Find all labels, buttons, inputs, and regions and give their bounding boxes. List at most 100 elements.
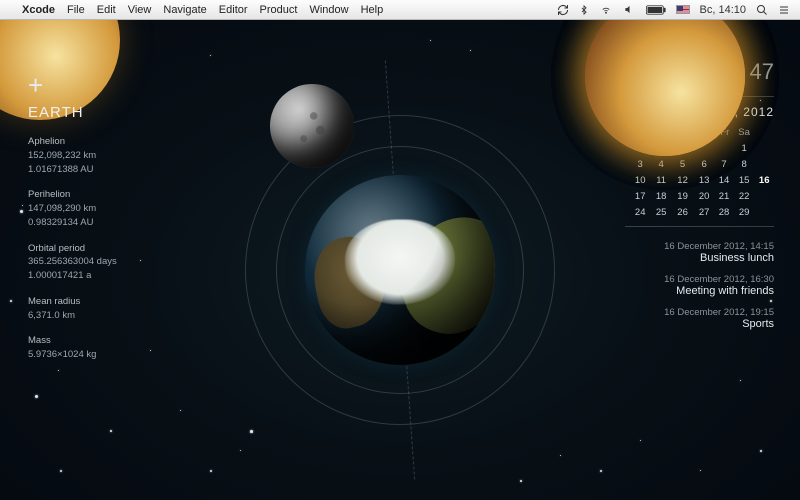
fact-perihelion: Perihelion147,098,290 km0.98329134 AU bbox=[28, 188, 117, 229]
menu-help[interactable]: Help bbox=[361, 4, 384, 16]
calendar-day[interactable]: 26 bbox=[671, 204, 694, 220]
star-icon bbox=[470, 50, 471, 51]
star-icon bbox=[180, 410, 181, 411]
menubar-app-name[interactable]: Xcode bbox=[22, 4, 55, 16]
fact-value: 365.256363004 days bbox=[28, 255, 117, 269]
planet-info-panel: + EARTH Aphelion152,098,232 km1.01671388… bbox=[28, 72, 117, 374]
event-datetime: 16 December 2012, 16:30 bbox=[625, 274, 774, 285]
calendar-dow: Sa bbox=[734, 125, 755, 140]
menu-navigate[interactable]: Navigate bbox=[163, 4, 206, 16]
calendar-day[interactable]: 4 bbox=[651, 156, 671, 172]
add-icon[interactable]: + bbox=[28, 72, 43, 98]
star-icon bbox=[520, 480, 522, 482]
fact-value: 1.000017421 a bbox=[28, 269, 117, 283]
event-item[interactable]: 16 December 2012, 19:15Sports bbox=[625, 307, 774, 330]
event-datetime: 16 December 2012, 14:15 bbox=[625, 241, 774, 252]
events-list: 16 December 2012, 14:15Business lunch16 … bbox=[625, 241, 774, 330]
menu-view[interactable]: View bbox=[128, 4, 152, 16]
star-icon bbox=[150, 350, 151, 351]
fact-orbital-period: Orbital period365.256363004 days1.000017… bbox=[28, 242, 117, 283]
clock-calendar-panel: 14:1047 DECEMBER, 2012 MoTuWeThFrSaSu 12… bbox=[625, 36, 774, 340]
notification-center-icon[interactable] bbox=[778, 4, 790, 16]
calendar-day[interactable]: 8 bbox=[734, 156, 755, 172]
calendar-day[interactable]: 25 bbox=[651, 204, 671, 220]
clock-seconds: 47 bbox=[750, 59, 774, 84]
calendar-day[interactable]: 30 bbox=[585, 0, 745, 156]
calendar-day[interactable]: 17 bbox=[629, 188, 651, 204]
calendar-day[interactable]: 22 bbox=[734, 188, 755, 204]
menu-window[interactable]: Window bbox=[309, 4, 348, 16]
fact-label: Mean radius bbox=[28, 295, 117, 309]
calendar-day[interactable]: 19 bbox=[671, 188, 694, 204]
calendar-day[interactable]: 27 bbox=[694, 204, 714, 220]
planet-name: EARTH bbox=[28, 104, 117, 121]
input-source-flag-icon[interactable] bbox=[676, 5, 690, 14]
fact-mass: Mass5.9736×1024 kg bbox=[28, 334, 117, 362]
fact-value: 1.01671388 AU bbox=[28, 163, 117, 177]
star-icon bbox=[140, 260, 141, 261]
calendar-day[interactable]: 11 bbox=[651, 172, 671, 188]
star-icon bbox=[110, 430, 112, 432]
battery-icon[interactable] bbox=[646, 5, 666, 15]
menubar-clock[interactable]: Bc, 14:10 bbox=[700, 4, 746, 16]
star-icon bbox=[20, 210, 23, 213]
calendar-day[interactable]: 20 bbox=[694, 188, 714, 204]
star-icon bbox=[600, 470, 602, 472]
fact-label: Perihelion bbox=[28, 188, 117, 202]
sync-icon[interactable] bbox=[557, 4, 569, 16]
fact-label: Orbital period bbox=[28, 242, 117, 256]
fact-value: 0.98329134 AU bbox=[28, 216, 117, 230]
event-datetime: 16 December 2012, 19:15 bbox=[625, 307, 774, 318]
event-item[interactable]: 16 December 2012, 16:30Meeting with frie… bbox=[625, 274, 774, 297]
calendar-day[interactable]: 13 bbox=[694, 172, 714, 188]
calendar-day[interactable]: 7 bbox=[714, 156, 734, 172]
star-icon bbox=[740, 380, 741, 381]
menu-editor[interactable]: Editor bbox=[219, 4, 248, 16]
volume-icon[interactable] bbox=[623, 4, 636, 15]
event-item[interactable]: 16 December 2012, 14:15Business lunch bbox=[625, 241, 774, 264]
spotlight-icon[interactable] bbox=[756, 4, 768, 16]
star-icon bbox=[240, 450, 241, 451]
star-icon bbox=[700, 470, 701, 471]
moon-body[interactable] bbox=[270, 84, 354, 168]
star-icon bbox=[60, 470, 62, 472]
calendar-day[interactable]: 18 bbox=[651, 188, 671, 204]
calendar-day[interactable]: 6 bbox=[694, 156, 714, 172]
earth-body[interactable] bbox=[305, 175, 495, 365]
star-icon bbox=[10, 300, 12, 302]
star-icon bbox=[560, 455, 561, 456]
star-icon bbox=[430, 40, 431, 41]
calendar-day[interactable]: 16 bbox=[754, 172, 774, 188]
calendar-day[interactable]: 1 bbox=[734, 140, 755, 156]
calendar-day[interactable]: 28 bbox=[714, 204, 734, 220]
star-icon bbox=[210, 55, 211, 56]
fact-value: 147,098,290 km bbox=[28, 202, 117, 216]
divider bbox=[625, 226, 774, 227]
calendar-day[interactable]: 21 bbox=[714, 188, 734, 204]
fact-label: Aphelion bbox=[28, 135, 117, 149]
event-title: Business lunch bbox=[625, 252, 774, 264]
wifi-icon[interactable] bbox=[599, 4, 613, 15]
calendar-day[interactable]: 29 bbox=[734, 204, 755, 220]
bluetooth-icon[interactable] bbox=[579, 4, 589, 16]
fact-value: 152,098,232 km bbox=[28, 149, 117, 163]
menu-product[interactable]: Product bbox=[260, 4, 298, 16]
star-icon bbox=[640, 440, 641, 441]
menu-edit[interactable]: Edit bbox=[97, 4, 116, 16]
calendar-day[interactable]: 5 bbox=[671, 156, 694, 172]
calendar-day[interactable]: 10 bbox=[629, 172, 651, 188]
star-icon bbox=[250, 430, 253, 433]
fact-mean-radius: Mean radius6,371.0 km bbox=[28, 295, 117, 323]
menu-file[interactable]: File bbox=[67, 4, 85, 16]
star-icon bbox=[760, 450, 762, 452]
calendar-day[interactable]: 12 bbox=[671, 172, 694, 188]
event-title: Meeting with friends bbox=[625, 285, 774, 297]
calendar-day[interactable]: 3 bbox=[629, 156, 651, 172]
calendar-day[interactable]: 24 bbox=[629, 204, 651, 220]
macos-menubar: Xcode File Edit View Navigate Editor Product W… bbox=[0, 0, 800, 20]
calendar-day[interactable]: 14 bbox=[714, 172, 734, 188]
fact-label: Mass bbox=[28, 334, 117, 348]
fact-aphelion: Aphelion152,098,232 km1.01671388 AU bbox=[28, 135, 117, 176]
star-icon bbox=[210, 470, 212, 472]
calendar-day[interactable]: 15 bbox=[734, 172, 755, 188]
